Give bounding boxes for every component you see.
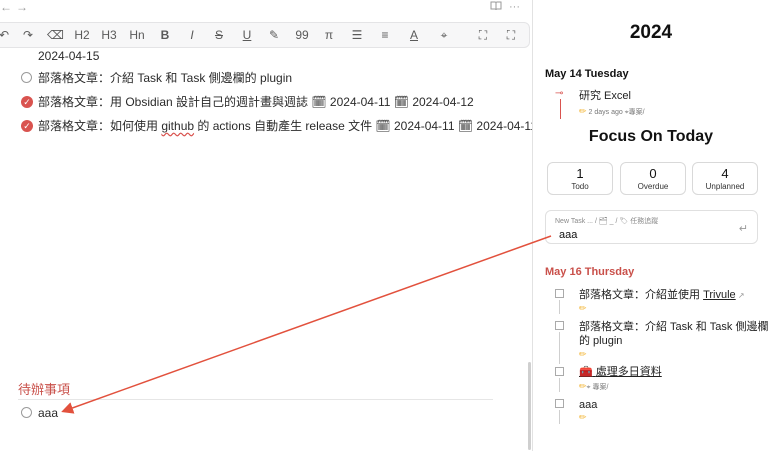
stat-number: 1 [576,166,584,181]
more-options-icon[interactable]: ··· [509,1,520,13]
divider [18,399,493,400]
stat-number: 4 [721,166,729,181]
calendar-icon [555,289,564,298]
sidebar-task-wrap: 的 plugin [579,335,623,347]
stat-label: Unplanned [705,182,745,191]
quote-icon[interactable]: 99 [294,27,310,43]
task-line: 部落格文章：用 Obsidian 設計自己的週計畫與週誌 🗓 2024-04-1… [38,95,474,109]
highlight-icon[interactable]: ⌖ [437,27,451,43]
timeline-line [559,300,560,314]
external-link-icon[interactable]: ↗ [736,291,745,300]
eraser-icon[interactable]: ⌫ [47,27,64,43]
task-line: 部落格文章：介紹 Task 和 Task 側邊欄的 plugin [38,71,293,85]
tag-icon: ⌖ [586,384,591,391]
todo-item: aaa [38,406,59,420]
stat-number: 0 [649,166,657,181]
underline-button[interactable]: U [240,27,254,43]
editor-scrollbar[interactable] [528,362,531,450]
calendar-icon [555,367,564,376]
timeline-line [559,410,560,424]
editor-toolbar: ↶ ↷ ⌫ H2 H3 Hn B I S U ✎ 99 π ☰ ≡ A ⌖ ⛶ … [0,22,530,48]
stat-label: Overdue [637,182,669,191]
editor-topnav: ← → ··· [0,0,532,18]
redo-icon[interactable]: ↷ [21,27,35,43]
todo-heading: 待辦事項 [18,382,71,397]
task-text: 的 actions 自動產生 release 文件 🗓 2024-04-11 🗓… [194,119,532,133]
task-checkbox-done[interactable]: ✓ [21,96,33,108]
formula-icon[interactable]: π [321,27,337,43]
heading3-button[interactable]: H3 [100,27,118,43]
pencil-icon: ✏ [579,349,587,359]
task-checkbox-open[interactable] [21,407,32,418]
misspelled-word[interactable]: github [161,119,194,133]
pencil-icon: ✏ [579,412,587,422]
pencil-icon: ✏ [579,106,587,116]
briefcase-icon: 🧰 [579,366,593,378]
expand-icon[interactable]: ⛶ [476,27,490,43]
task-text: 部落格文章：如何使用 [38,119,162,133]
list-icon[interactable]: ☰ [349,27,365,43]
pin-icon: ⊸ [555,88,564,99]
task-meta: ✏⌖ 專案/ [579,381,608,392]
calendar-icon [555,321,564,330]
forward-icon[interactable]: → [16,0,28,14]
timeline-line [560,99,561,119]
pencil-icon: ✏ [579,303,587,313]
task-line: 部落格文章：如何使用 github 的 actions 自動產生 release… [38,118,532,134]
date-line: 2024-04-15 [38,49,100,63]
sidebar-task[interactable]: 部落格文章：介紹並使用 Trivule ↗ [579,288,745,303]
heading-n-button[interactable]: Hn [127,27,147,43]
new-task-input[interactable]: New Task ... / 🗂 _ / 🏷 任務追蹤 aaa ↵ [545,210,758,244]
timeline-line [559,378,560,392]
meta-tag: 專案/ [628,109,645,116]
day-heading: May 16 Thursday [545,266,635,278]
calendar-icon [555,399,564,408]
editor-pane: ← → ··· ↶ ↷ ⌫ H2 H3 Hn B I S U ✎ 99 π ☰ … [0,0,532,451]
meta-tag: 專案/ [592,384,609,391]
task-text: 部落格文章：介紹並使用 [579,289,704,301]
todo-stat[interactable]: 1 Todo [547,162,613,195]
sidebar-task[interactable]: 研究 Excel [579,89,631,103]
day-heading: May 14 Tuesday [545,68,629,80]
meta-time: 2 days ago [588,109,623,116]
back-icon[interactable]: ← [0,0,12,14]
undo-icon[interactable]: ↶ [0,27,11,43]
sidebar-task[interactable]: aaa [579,398,597,412]
sidebar-task[interactable]: 部落格文章：介紹 Task 和 Task 側邊欄 [579,320,768,334]
task-checkbox-done[interactable]: ✓ [21,120,33,132]
align-icon[interactable]: ≡ [377,27,393,43]
text-color-icon[interactable]: A [407,27,421,43]
unplanned-stat[interactable]: 4 Unplanned [692,162,758,195]
task-sidebar: 2024 May 14 Tuesday ⊸ 研究 Excel ✏ 2 days … [532,0,768,451]
focus-title: Focus On Today [588,128,714,145]
task-text: 處理多日資料 [595,366,662,378]
book-icon[interactable] [490,1,502,14]
bold-button[interactable]: B [158,27,172,43]
sidebar-task[interactable]: 🧰 處理多日資料 [579,365,662,379]
strikethrough-button[interactable]: S [212,27,226,43]
task-checkbox-open[interactable] [21,72,32,83]
collapse-icon[interactable]: ⛶ [504,27,518,43]
pen-icon[interactable]: ✎ [267,27,281,43]
heading2-button[interactable]: H2 [73,27,91,43]
task-meta: ✏ 2 days ago ⌖專案/ [579,106,645,117]
italic-button[interactable]: I [185,27,199,43]
year-title: 2024 [629,22,673,43]
pencil-icon: ✏ [579,381,587,391]
new-task-placeholder: New Task ... / 🗂 _ / 🏷 任務追蹤 [555,218,659,225]
stat-label: Todo [571,182,589,191]
task-link[interactable]: Trivule [703,289,736,301]
new-task-value: aaa [559,229,578,241]
overdue-stat[interactable]: 0 Overdue [620,162,686,195]
enter-icon[interactable]: ↵ [739,222,748,235]
timeline-line [559,332,560,364]
